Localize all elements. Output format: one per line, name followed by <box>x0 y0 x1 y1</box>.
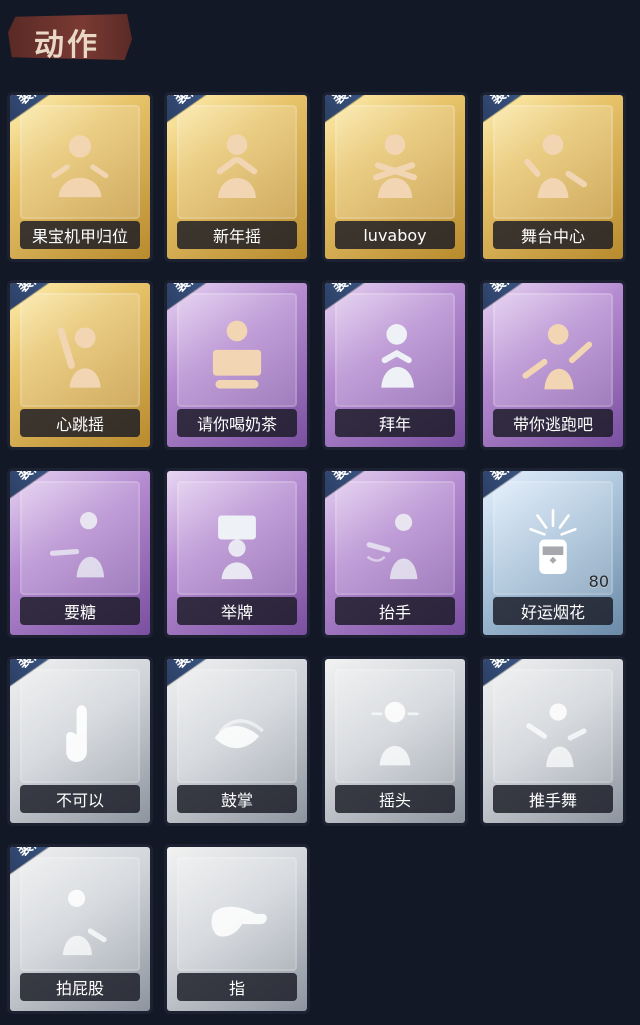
emote-label: 指 <box>177 973 297 1001</box>
emote-card[interactable]: 装配 要糖 <box>7 468 153 638</box>
person-crossed-arms-icon <box>352 124 438 210</box>
emote-label: 舞台中心 <box>493 221 613 249</box>
emote-card[interactable]: 装配 80 好运烟花 <box>480 468 626 638</box>
person-hold-sign-icon <box>194 500 280 586</box>
header: 动作 <box>0 0 640 86</box>
equipped-badge: 装配 <box>325 95 385 125</box>
clap-icon <box>194 688 280 774</box>
person-raise-hand-icon <box>352 500 438 586</box>
equipped-badge: 装配 <box>483 95 543 125</box>
equipped-badge: 装配 <box>10 95 70 125</box>
emote-card[interactable]: 装配 请你喝奶茶 <box>164 280 310 450</box>
emote-card[interactable]: 装配 果宝机甲归位 <box>7 92 153 262</box>
emote-card[interactable]: 摇头 <box>322 656 468 826</box>
emote-label: 鼓掌 <box>177 785 297 813</box>
person-shake-icon <box>194 124 280 210</box>
emote-card[interactable]: 装配 luvaboy <box>322 92 468 262</box>
emote-card[interactable]: 装配 舞台中心 <box>480 92 626 262</box>
person-chest-icon <box>37 124 123 210</box>
person-wave-icon <box>37 312 123 398</box>
equipped-badge: 装配 <box>483 471 543 501</box>
equipped-badge: 装配 <box>10 471 70 501</box>
emote-label: 心跳摇 <box>20 409 140 437</box>
equipped-badge: 装配 <box>167 95 227 125</box>
emote-card[interactable]: 装配 推手舞 <box>480 656 626 826</box>
equipped-badge: 装配 <box>483 659 543 689</box>
emote-label: 拍屁股 <box>20 973 140 1001</box>
emote-label: 好运烟花 <box>493 597 613 625</box>
equipped-badge: 装配 <box>167 659 227 689</box>
equipped-badge: 装配 <box>10 659 70 689</box>
emote-card[interactable]: 装配 鼓掌 <box>164 656 310 826</box>
emote-card[interactable]: 装配 带你逃跑吧 <box>480 280 626 450</box>
point-icon <box>194 876 280 962</box>
emote-card[interactable]: 装配 抬手 <box>322 468 468 638</box>
emote-card[interactable]: 装配 拍屁股 <box>7 844 153 1014</box>
emote-label: 抬手 <box>335 597 455 625</box>
emote-card[interactable]: 装配 拜年 <box>322 280 468 450</box>
equipped-badge: 装配 <box>325 283 385 313</box>
emote-card[interactable]: 举牌 <box>164 468 310 638</box>
emote-card[interactable]: 装配 新年摇 <box>164 92 310 262</box>
equipped-badge: 装配 <box>483 283 543 313</box>
emote-label: 摇头 <box>335 785 455 813</box>
equipped-badge: 装配 <box>167 283 227 313</box>
page-title: 动作 <box>34 28 100 63</box>
person-pose-icon <box>510 124 596 210</box>
pat-butt-icon <box>37 876 123 962</box>
head-shake-icon <box>352 688 438 774</box>
emote-label: 推手舞 <box>493 785 613 813</box>
item-count: 80 <box>588 572 609 591</box>
emote-label: 新年摇 <box>177 221 297 249</box>
equipped-badge: 装配 <box>10 847 70 877</box>
person-run-icon <box>510 312 596 398</box>
finger-no-icon <box>37 688 123 774</box>
firework-icon <box>510 500 596 586</box>
push-hand-dance-icon <box>510 688 596 774</box>
equipped-badge: 装配 <box>325 471 385 501</box>
emote-label: 拜年 <box>335 409 455 437</box>
emote-label: 请你喝奶茶 <box>177 409 297 437</box>
equipped-badge: 装配 <box>10 283 70 313</box>
person-bow-icon <box>352 312 438 398</box>
emote-label: 不可以 <box>20 785 140 813</box>
emote-label: 果宝机甲归位 <box>20 221 140 249</box>
person-sign-icon <box>194 312 280 398</box>
emote-label: 要糖 <box>20 597 140 625</box>
emote-label: 举牌 <box>177 597 297 625</box>
emote-card[interactable]: 装配 不可以 <box>7 656 153 826</box>
emote-label: 带你逃跑吧 <box>493 409 613 437</box>
emote-card[interactable]: 指 <box>164 844 310 1014</box>
emote-grid: 装配 果宝机甲归位 装配 新年摇 装配 luvaboy 装配 舞台中心 装配 心… <box>0 88 640 1025</box>
emote-label: luvaboy <box>335 221 455 249</box>
person-reach-icon <box>37 500 123 586</box>
emote-card[interactable]: 装配 心跳摇 <box>7 280 153 450</box>
